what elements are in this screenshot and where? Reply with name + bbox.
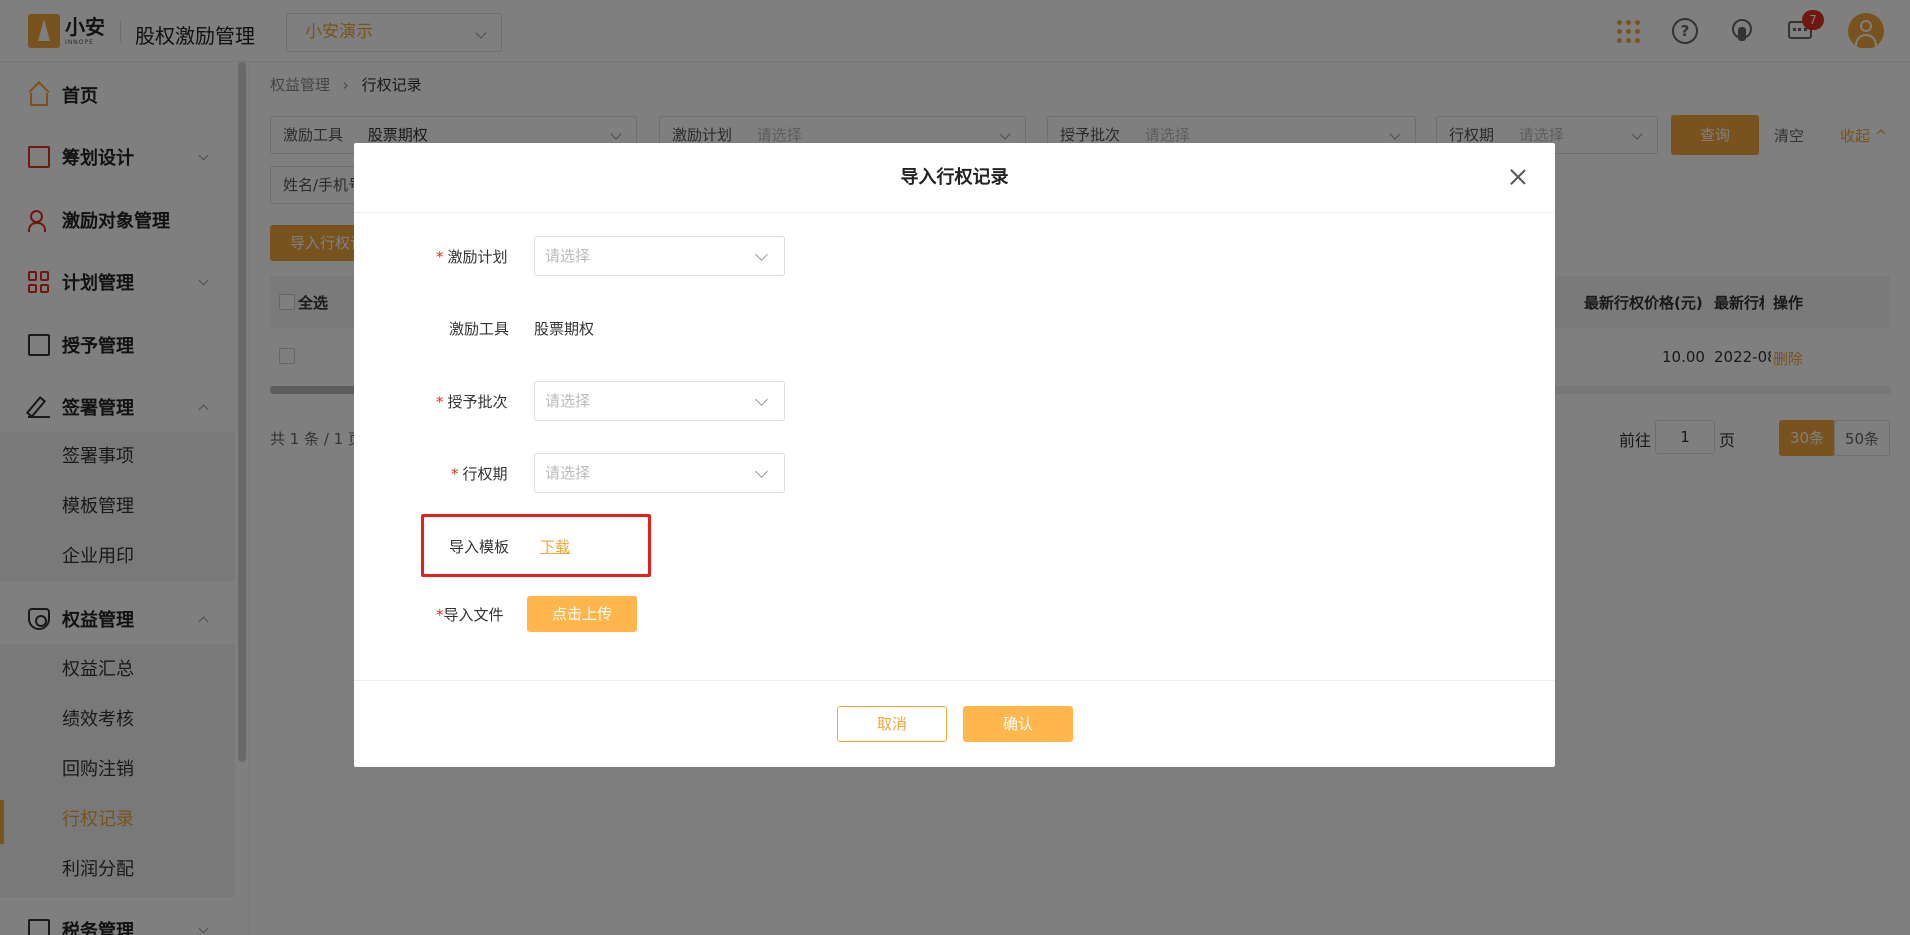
file-field-label: *导入文件	[436, 606, 504, 624]
tool-field-label: 激励工具	[449, 320, 510, 338]
cancel-button[interactable]: 取消	[837, 706, 947, 742]
batch-field-label: * 授予批次	[436, 393, 508, 411]
plan-field-label: * 激励计划	[436, 248, 508, 266]
import-modal: 导入行权记录 * 激励计划 请选择 激励工具 股票期权 * 授予批次 请选择 * 行权…	[354, 143, 1555, 767]
close-icon[interactable]	[1509, 168, 1527, 186]
period-select-placeholder: 请选择	[545, 464, 591, 482]
tool-field-value: 股票期权	[534, 320, 595, 338]
batch-select[interactable]: 请选择	[534, 381, 785, 421]
modal-title: 导入行权记录	[354, 143, 1555, 213]
period-select[interactable]: 请选择	[534, 453, 785, 493]
plan-select[interactable]: 请选择	[534, 236, 785, 276]
confirm-button[interactable]: 确认	[963, 706, 1073, 742]
plan-select-placeholder: 请选择	[545, 247, 591, 265]
upload-button[interactable]: 点击上传	[527, 596, 637, 632]
download-template-link[interactable]: 下载	[540, 536, 570, 557]
period-field-label: * 行权期	[451, 465, 508, 483]
modal-footer-divider	[354, 680, 1555, 681]
batch-select-placeholder: 请选择	[545, 392, 591, 410]
chevron-down-icon	[755, 393, 768, 406]
chevron-down-icon	[755, 465, 768, 478]
chevron-down-icon	[755, 248, 768, 261]
template-field-label: 导入模板	[449, 538, 510, 556]
